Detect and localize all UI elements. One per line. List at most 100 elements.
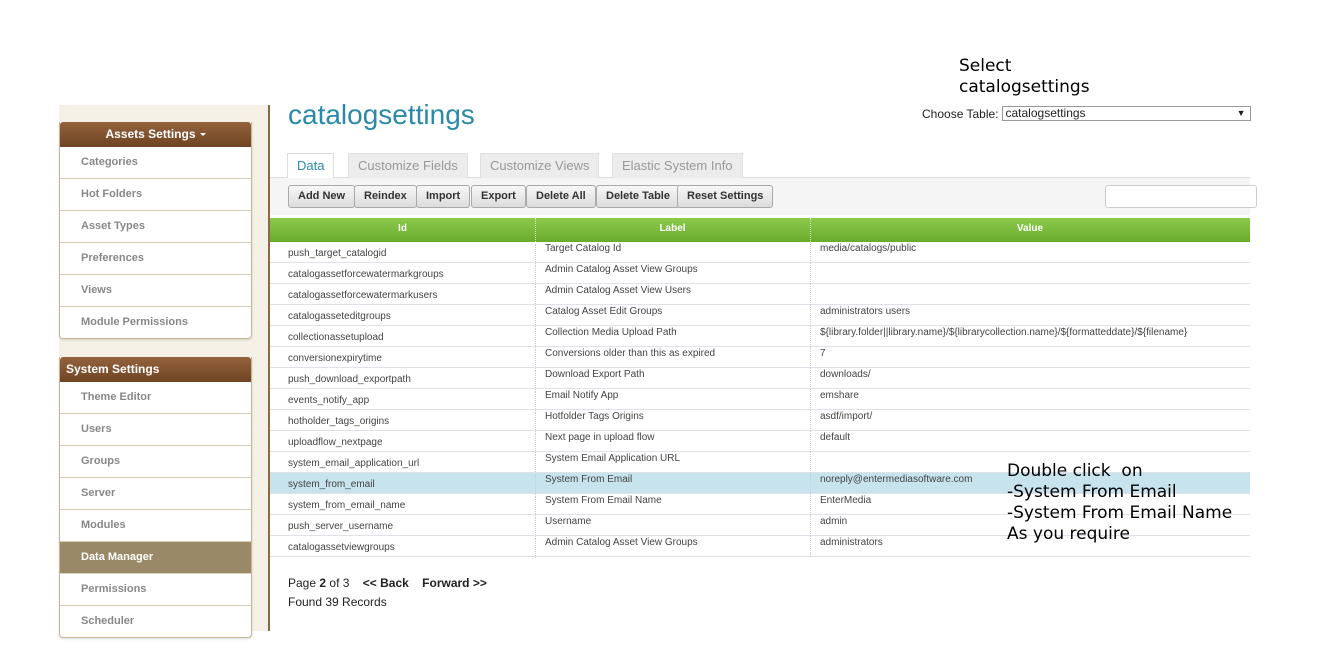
table-row[interactable]: uploadflow_nextpage Next page in upload f…: [270, 431, 1250, 453]
choose-table-select[interactable]: catalogsettings ▼: [1001, 106, 1251, 122]
page-label: Page: [288, 576, 317, 590]
sidebar-item-preferences[interactable]: Preferences: [60, 243, 251, 275]
sidebar-item-scheduler[interactable]: Scheduler: [60, 606, 251, 637]
dropdown-arrow-icon: ▼: [1236, 108, 1246, 119]
cell-id: catalogasseteditgroups: [270, 307, 536, 327]
reindex-button[interactable]: Reindex: [354, 185, 417, 208]
table-row[interactable]: push_download_exportpath Download Export …: [270, 368, 1250, 390]
sidebar: Assets Settings Categories Hot Folders A…: [59, 105, 270, 638]
sidebar-item-modules[interactable]: Modules: [60, 510, 251, 542]
sidebar-item-hot-folders[interactable]: Hot Folders: [60, 179, 251, 211]
tab-elastic-system-info[interactable]: Elastic System Info: [612, 153, 743, 178]
import-button[interactable]: Import: [416, 185, 471, 208]
cell-value: default: [820, 432, 851, 443]
cell-label: Username: [535, 515, 811, 536]
cell-value: ${library.folder||library.name}/${librar…: [820, 327, 1188, 338]
sidebar-item-users[interactable]: Users: [60, 414, 251, 446]
assets-settings-header[interactable]: Assets Settings: [60, 122, 251, 147]
table-row[interactable]: collectionassetupload Collection Media Up…: [270, 326, 1250, 348]
delete-table-button[interactable]: Delete Table: [596, 185, 680, 208]
cell-id: collectionassetupload: [270, 328, 536, 348]
table-header: Id Label Value: [270, 218, 1250, 242]
column-header-id[interactable]: Id: [270, 218, 536, 242]
table-row[interactable]: conversionexpirytime Conversions older th…: [270, 347, 1250, 369]
system-settings-header: System Settings: [60, 357, 251, 382]
cell-label: Admin Catalog Asset View Users: [535, 284, 811, 305]
cell-label: Hotfolder Tags Origins: [535, 410, 811, 431]
cell-label: Collection Media Upload Path: [535, 326, 811, 347]
cell-label: Target Catalog Id: [535, 242, 811, 263]
cell-id: system_from_email_name: [270, 496, 536, 516]
cell-label: Catalog Asset Edit Groups: [535, 305, 811, 326]
search-input[interactable]: [1105, 185, 1257, 208]
cell-id: catalogassetforcewatermarkusers: [270, 286, 536, 306]
sidebar-item-permissions[interactable]: Permissions: [60, 574, 251, 606]
column-header-label[interactable]: Label: [535, 218, 811, 242]
toolbar: Add New Reindex Import Export Delete All…: [270, 178, 1257, 215]
tab-data[interactable]: Data: [287, 153, 335, 179]
system-settings-panel: System Settings Theme Editor Users Group…: [59, 357, 252, 638]
cell-id: events_notify_app: [270, 391, 536, 411]
assets-settings-panel: Assets Settings Categories Hot Folders A…: [59, 122, 252, 339]
sidebar-item-server[interactable]: Server: [60, 478, 251, 510]
delete-all-button[interactable]: Delete All: [526, 185, 596, 208]
cell-value: [810, 284, 1250, 304]
cell-value: emshare: [820, 390, 859, 401]
cell-id: catalogassetviewgroups: [270, 538, 536, 558]
table-row[interactable]: catalogassetforcewatermarkusers Admin Cat…: [270, 284, 1250, 306]
cell-id: conversionexpirytime: [270, 349, 536, 369]
cell-label: System Email Application URL: [535, 452, 811, 473]
pager: Page 2 of 3 << Back Forward >>: [288, 576, 487, 590]
forward-link[interactable]: Forward >>: [422, 576, 487, 590]
add-new-button[interactable]: Add New: [288, 185, 356, 208]
cell-label: Download Export Path: [535, 368, 811, 389]
sidebar-item-categories[interactable]: Categories: [60, 147, 251, 179]
sidebar-item-data-manager[interactable]: Data Manager: [60, 542, 251, 574]
cell-id: catalogassetforcewatermarkgroups: [270, 265, 536, 285]
choose-table-label: Choose Table:: [922, 106, 999, 121]
cell-value: [810, 263, 1250, 283]
cell-id: uploadflow_nextpage: [270, 433, 536, 453]
caret-down-icon: [199, 133, 206, 137]
column-header-value[interactable]: Value: [810, 218, 1250, 242]
cell-id: hotholder_tags_origins: [270, 412, 536, 432]
cell-label: System From Email: [535, 473, 811, 494]
choose-table-value: catalogsettings: [1005, 106, 1086, 121]
page-title: catalogsettings: [288, 99, 475, 130]
tab-customize-views[interactable]: Customize Views: [480, 153, 600, 178]
sidebar-item-module-permissions[interactable]: Module Permissions: [60, 307, 251, 338]
cell-label: Email Notify App: [535, 389, 811, 410]
assets-settings-title: Assets Settings: [105, 127, 196, 141]
sidebar-item-views[interactable]: Views: [60, 275, 251, 307]
cell-value: asdf/import/: [820, 411, 873, 422]
table-row[interactable]: catalogassetforcewatermarkgroups Admin Ca…: [270, 263, 1250, 285]
cell-value: downloads/: [820, 369, 871, 380]
table-row[interactable]: hotholder_tags_origins Hotfolder Tags Ori…: [270, 410, 1250, 432]
cell-id: push_download_exportpath: [270, 370, 536, 390]
tab-customize-fields[interactable]: Customize Fields: [348, 153, 468, 178]
sidebar-item-groups[interactable]: Groups: [60, 446, 251, 478]
back-link[interactable]: << Back: [363, 576, 409, 590]
sidebar-item-asset-types[interactable]: Asset Types: [60, 211, 251, 243]
cell-label: Admin Catalog Asset View Groups: [535, 263, 811, 284]
cell-value: media/catalogs/public: [820, 243, 917, 254]
cell-id: system_email_application_url: [270, 454, 536, 474]
cell-id: system_from_email: [270, 475, 536, 495]
cell-id: push_target_catalogid: [270, 244, 536, 264]
reset-settings-button[interactable]: Reset Settings: [677, 185, 774, 208]
cell-label: System From Email Name: [535, 494, 811, 515]
annotation-select-table: Select catalogsettings: [959, 56, 1090, 97]
cell-label: Conversions older than this as expired: [535, 347, 811, 368]
table-row[interactable]: catalogasseteditgroups Catalog Asset Edit…: [270, 305, 1250, 327]
cell-value: administrators users: [820, 306, 911, 317]
cell-label: Admin Catalog Asset View Groups: [535, 536, 811, 557]
page-total: of 3: [329, 576, 350, 590]
table-row[interactable]: push_target_catalogid Target Catalog Id me…: [270, 242, 1250, 264]
table-row[interactable]: events_notify_app Email Notify App emshare: [270, 389, 1250, 411]
cell-label: Next page in upload flow: [535, 431, 811, 452]
sidebar-item-theme-editor[interactable]: Theme Editor: [60, 382, 251, 414]
choose-table: Choose Table: catalogsettings ▼: [922, 106, 1251, 122]
export-button[interactable]: Export: [471, 185, 526, 208]
record-count: Found 39 Records: [288, 595, 387, 609]
cell-value: 7: [820, 348, 826, 359]
